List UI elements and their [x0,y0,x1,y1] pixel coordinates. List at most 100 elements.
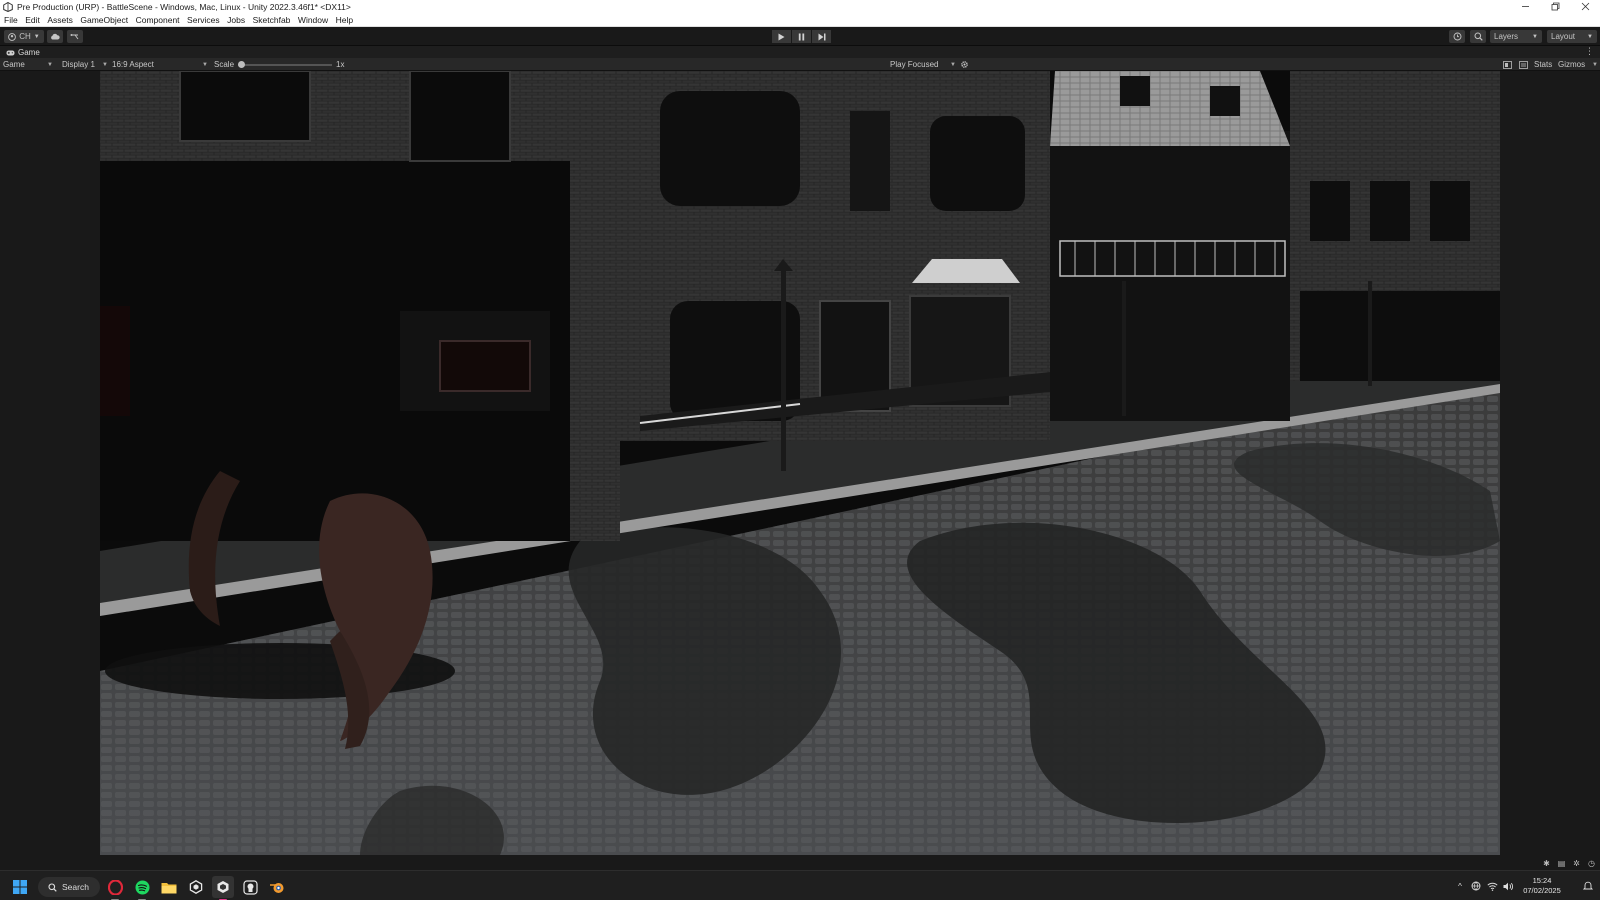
menu-file[interactable]: File [4,15,18,25]
gizmos-dropdown[interactable]: Gizmos ▼ [1558,58,1598,71]
account-label: CH [19,32,31,41]
menu-help[interactable]: Help [336,15,353,25]
layout-label: Layout [1551,32,1576,41]
game-window-tabbar: Game ⋮ [0,45,1600,58]
opera-icon [107,879,123,895]
taskbar-app-spotify[interactable] [131,876,153,900]
cloud-icon [51,33,60,40]
system-tray: ^ 15:24 07/02/2025 [1452,871,1600,900]
game-viewport[interactable] [100,71,1500,855]
editor-status-bar: ✱ ▤ ✲ ◷ [0,857,1600,870]
bug-icon[interactable]: ✲ [1572,859,1581,868]
display-label: Display 1 [62,60,95,69]
game-view-controls: Game ▼ Display 1 ▼ 16:9 Aspect ▼ Scale 1… [0,58,1600,71]
wifi-icon[interactable] [1484,878,1500,894]
undo-history-button[interactable] [1449,30,1465,43]
more-options-icon[interactable]: ⋮ [1585,46,1594,57]
chevron-down-icon: ▼ [1532,33,1538,40]
debug-icon[interactable]: ✱ [1542,859,1551,868]
minimize-button[interactable] [1510,0,1540,13]
play-controls [772,30,831,43]
windows-taskbar: Search ^ 15:24 07/02/2025 [0,870,1600,900]
pause-icon [798,33,805,40]
unity-hub-icon [189,880,203,894]
version-control-button[interactable] [67,30,83,43]
close-button[interactable] [1570,0,1600,13]
pause-button[interactable] [792,30,811,43]
view-mode-dropdown[interactable]: Game ▼ [3,58,53,71]
scale-slider[interactable] [238,58,332,71]
taskbar-app-file-explorer[interactable] [158,876,180,898]
tab-game-label: Game [18,48,40,57]
language-icon[interactable] [1468,878,1484,894]
windows-logo-icon [13,880,27,894]
account-dropdown[interactable]: CH ▼ [4,30,44,43]
gear-icon [961,61,968,68]
notification-icon[interactable] [1580,878,1596,894]
stats-icon [1519,60,1528,69]
play-icon [778,33,785,40]
play-button[interactable] [772,30,791,43]
chevron-down-icon: ▼ [102,61,108,68]
taskbar-app-blender[interactable] [266,876,288,898]
branch-icon [70,33,79,39]
scale-label: Scale [214,60,235,69]
taskbar-search-label: Search [62,882,89,892]
blender-icon [270,883,284,893]
menu-services[interactable]: Services [187,15,220,25]
layers-label: Layers [1494,32,1519,41]
restore-button[interactable] [1540,0,1570,13]
menu-window[interactable]: Window [298,15,328,25]
refresh-icon[interactable]: ◷ [1587,859,1596,868]
taskbar-app-unity-hub[interactable] [185,876,207,898]
close-icon [1581,2,1589,11]
cloud-button[interactable] [47,30,63,43]
spotify-icon [135,880,149,894]
menu-edit[interactable]: Edit [25,15,40,25]
start-button[interactable] [9,876,31,898]
settings-button[interactable] [960,58,969,71]
history-icon [1453,32,1461,41]
gamepad-icon [6,50,15,55]
gizmos-label: Gizmos [1558,60,1586,69]
minimize-icon [1521,6,1529,7]
menu-component[interactable]: Component [136,15,180,25]
chevron-up-icon[interactable]: ^ [1452,878,1468,894]
chevron-down-icon: ▼ [1592,61,1598,68]
layers-dropdown[interactable]: Layers ▼ [1490,30,1542,43]
chevron-down-icon: ▼ [1587,33,1593,40]
folder-icon [161,882,177,893]
search-icon [1474,32,1483,41]
chevron-down-icon: ▼ [202,61,208,68]
scale-slider-handle[interactable] [238,60,245,68]
maximize-on-play-button[interactable] [1503,58,1512,71]
menu-gameobject[interactable]: GameObject [80,15,128,25]
search-button[interactable] [1470,30,1486,43]
taskbar-app-opera[interactable] [104,876,126,900]
scale-value: 1x [336,60,345,69]
taskbar-clock[interactable]: 15:24 07/02/2025 [1516,876,1568,896]
audio-icon [1503,60,1512,69]
cache-icon[interactable]: ▤ [1557,859,1566,868]
aspect-dropdown[interactable]: 16:9 Aspect ▼ [112,58,208,71]
restore-icon [1551,2,1559,11]
stats-icon-button[interactable] [1519,58,1528,71]
menu-assets[interactable]: Assets [47,15,73,25]
step-icon [818,33,825,40]
taskbar-app-github-desktop[interactable] [239,876,261,898]
stats-button[interactable]: Stats [1534,58,1552,71]
step-button[interactable] [812,30,831,43]
taskbar-search[interactable]: Search [38,877,100,897]
display-dropdown[interactable]: Display 1 ▼ [62,58,108,71]
play-mode-dropdown[interactable]: Play Focused ▼ [890,58,956,71]
layout-dropdown[interactable]: Layout ▼ [1547,30,1597,43]
search-icon [48,882,57,892]
volume-icon[interactable] [1500,878,1516,894]
unity-icon [217,881,229,893]
aspect-label: 16:9 Aspect [112,60,154,69]
menu-sketchfab[interactable]: Sketchfab [253,15,291,25]
clock-date: 07/02/2025 [1523,886,1561,895]
taskbar-app-unity-editor[interactable] [212,876,234,900]
play-mode-label: Play Focused [890,60,939,69]
menu-jobs[interactable]: Jobs [227,15,245,25]
